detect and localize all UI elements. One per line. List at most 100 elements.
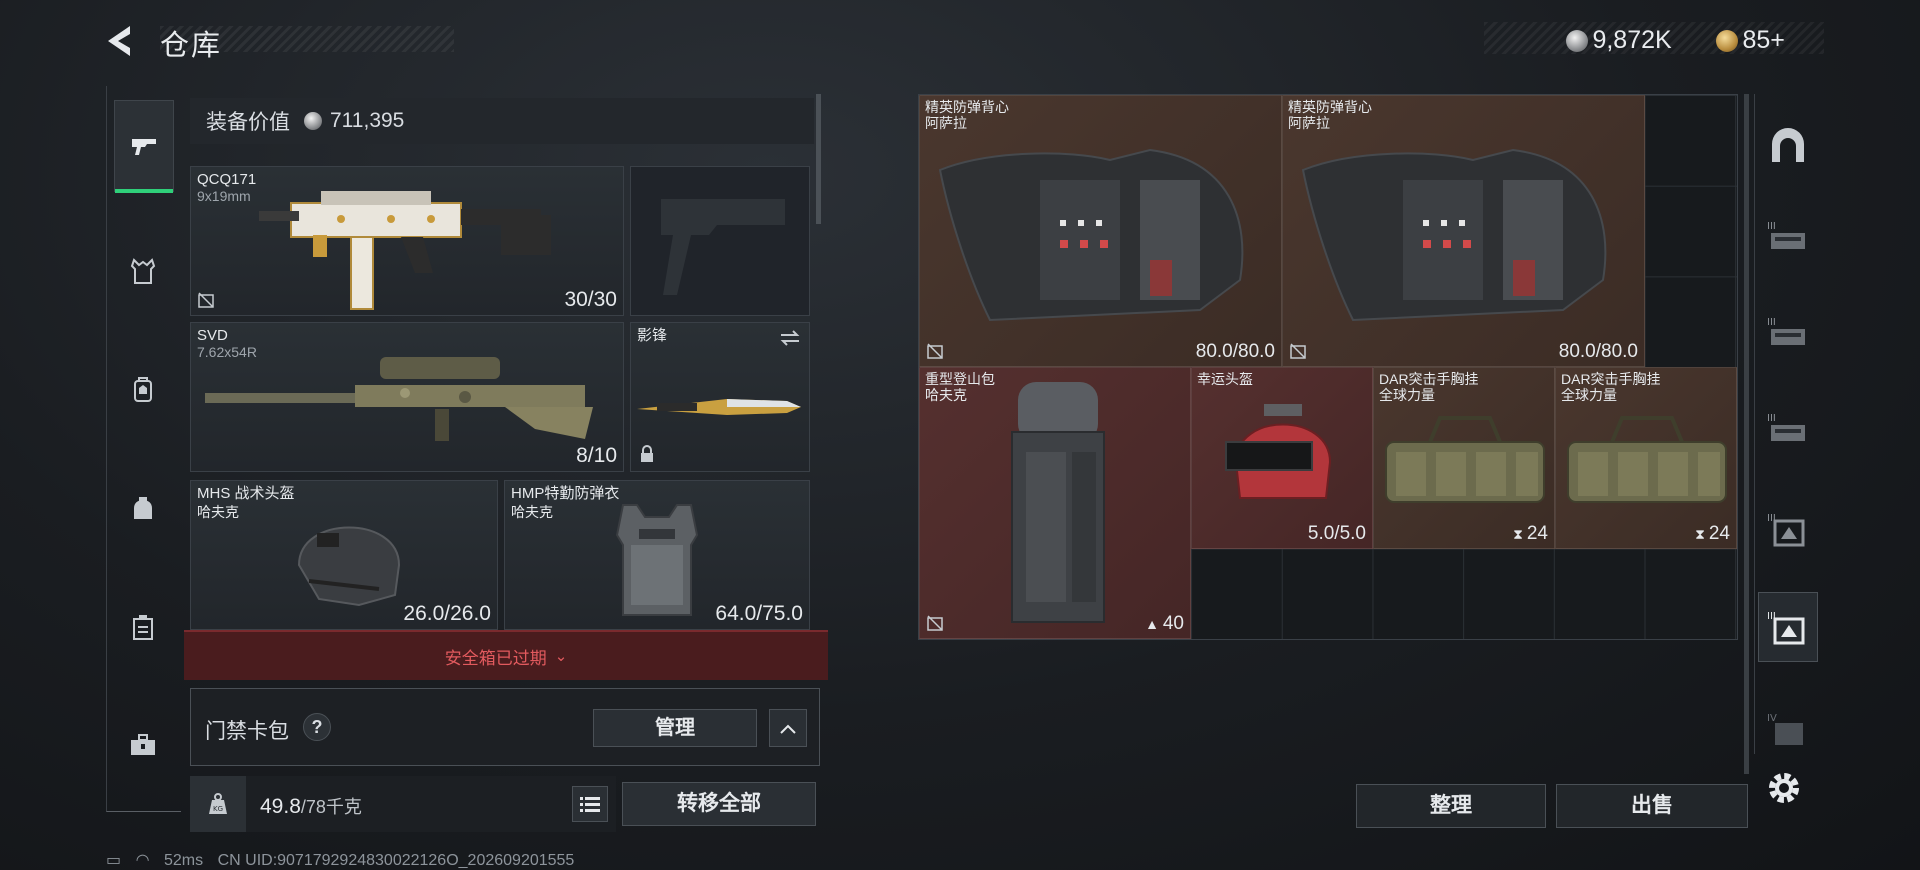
rail-vest[interactable]	[114, 226, 172, 316]
stash-tab-4[interactable]: III	[1758, 392, 1818, 462]
safe-box-expired-banner[interactable]: 安全箱已过期 ⌄	[184, 630, 828, 680]
stash-item[interactable]: 重型登山包 哈夫克 ▲ 40	[919, 367, 1191, 639]
pistol-icon	[132, 139, 156, 155]
no-insure-icon	[927, 343, 943, 359]
stash-scrollbar[interactable]	[1744, 94, 1749, 774]
armor-name: HMP特勤防弹衣	[511, 485, 620, 502]
no-insure-icon	[927, 615, 943, 631]
swap-icon[interactable]	[779, 329, 801, 347]
melee-slot[interactable]: 影锋	[630, 322, 810, 472]
knife-image	[637, 399, 801, 415]
stash-tab-7[interactable]: IV	[1758, 694, 1818, 764]
chest-rig-image	[1385, 416, 1545, 503]
vest-image	[1301, 148, 1607, 322]
item-durability: 80.0/80.0	[1558, 341, 1638, 362]
weapon-name: SVD	[197, 327, 228, 344]
equipment-value-bar: 装备价值 711,395	[190, 98, 814, 144]
crate-icon: III	[1767, 611, 1805, 645]
rail-toolbox[interactable]	[114, 700, 172, 790]
pistol-slot[interactable]	[630, 166, 810, 316]
helmet-brand: 哈夫克	[197, 504, 239, 520]
no-insure-icon	[198, 292, 214, 308]
svg-text:III: III	[1767, 317, 1776, 328]
ping-text: 52ms	[164, 852, 204, 869]
stash-tab-5[interactable]: III	[1758, 494, 1818, 564]
stash-tab-3[interactable]: III	[1758, 296, 1818, 366]
item-capacity: ▲ 40	[1145, 613, 1184, 634]
backpack-icon	[134, 377, 152, 402]
help-button[interactable]: ?	[303, 713, 331, 741]
uid-text: CN UID:9071792924830022126O_202609201555	[217, 852, 575, 869]
list-view-button[interactable]	[572, 786, 608, 822]
ammo-count: 8/10	[576, 444, 617, 467]
stash-tab-6[interactable]: III	[1758, 592, 1818, 662]
armor-slot[interactable]: HMP特勤防弹衣 哈夫克 64.0/75.0	[504, 480, 810, 630]
shelf-icon: III	[1767, 413, 1805, 441]
crate-icon: III	[1767, 513, 1805, 547]
item-name: 幸运头盔	[1197, 371, 1253, 387]
item-name: 重型登山包 哈夫克	[925, 371, 995, 403]
stash-grid[interactable]: 精英防弹背心 阿萨拉 80.0/80.0 精英防弹背心 阿萨拉 80.0/80.0 …	[918, 94, 1738, 640]
page-title: 仓库	[160, 30, 223, 62]
vest-image	[938, 148, 1244, 322]
transfer-all-button[interactable]: 转移全部	[622, 782, 816, 826]
currency-bar: 9,872K 85+	[1484, 22, 1824, 54]
stash-tab-1[interactable]	[1758, 110, 1818, 180]
silver-coin-icon	[304, 112, 322, 130]
vest-small-icon: ⧗	[1513, 526, 1527, 542]
item-name: 精英防弹背心 阿萨拉	[925, 99, 1009, 131]
stash-item[interactable]: 幸运头盔 5.0/5.0	[1191, 367, 1373, 549]
weight-current: 49.8	[260, 795, 301, 818]
left-scrollbar[interactable]	[816, 94, 821, 224]
item-name: 精英防弹背心 阿萨拉	[1288, 99, 1372, 131]
back-arrow-icon[interactable]	[104, 24, 140, 58]
card-pack-panel: 门禁卡包 ? 管理	[190, 688, 820, 766]
svg-text:KG: KG	[213, 805, 223, 813]
gold-amount[interactable]: 85+	[1742, 26, 1784, 54]
item-durability: 5.0/5.0	[1307, 523, 1366, 544]
stash-item[interactable]: 精英防弹背心 阿萨拉 80.0/80.0	[1282, 95, 1645, 367]
rail-weapons[interactable]	[114, 100, 174, 193]
stash-item[interactable]: DAR突击手胸挂 全球力量 ⧗ 24	[1555, 367, 1737, 549]
chest-rig-image	[1567, 416, 1727, 503]
manage-button[interactable]: 管理	[593, 709, 757, 747]
red-helmet-image	[1225, 404, 1332, 499]
sell-button[interactable]: 出售	[1556, 784, 1748, 828]
equipment-value-label: 装备价值	[206, 111, 290, 134]
helmet-slot[interactable]: MHS 战术头盔 哈夫克 26.0/26.0	[190, 480, 498, 630]
collapse-button[interactable]	[769, 709, 807, 747]
helmet-name: MHS 战术头盔	[197, 485, 295, 502]
helmet-durability: 26.0/26.0	[403, 602, 491, 625]
chevron-up-icon	[780, 724, 796, 734]
item-capacity: ⧗ 24	[1513, 523, 1548, 544]
item-name: DAR突击手胸挂 全球力量	[1561, 371, 1661, 403]
stash-tab-2[interactable]: III	[1758, 200, 1818, 270]
rifle-image	[205, 357, 593, 441]
helmet-image	[297, 526, 401, 607]
armor-image	[615, 504, 699, 616]
weight-bar: KG 49.8/78千克 转移全部	[190, 776, 826, 832]
wifi-icon: ◠	[135, 852, 150, 869]
rail-case[interactable]	[114, 582, 172, 672]
vest-icon	[130, 258, 156, 284]
stash-item[interactable]: DAR突击手胸挂 全球力量 ⧗ 24	[1373, 367, 1555, 549]
arch-icon	[1772, 128, 1804, 162]
primary-weapon-slot[interactable]: QCQ171 9x19mm 30/30	[190, 166, 624, 316]
locked-crate-icon: IV	[1767, 713, 1803, 745]
case-icon	[133, 615, 153, 640]
rail-bag[interactable]	[114, 464, 172, 554]
silver-amount: 9,872K	[1592, 26, 1672, 54]
safe-box-label: 安全箱已过期	[444, 648, 547, 668]
secondary-weapon-slot[interactable]: SVD 7.62x54R 8/10	[190, 322, 624, 472]
gear-icon[interactable]	[1766, 770, 1802, 806]
weapon-name: QCQ171	[197, 171, 257, 188]
rail-backpack[interactable]	[114, 344, 172, 434]
item-name: DAR突击手胸挂 全球力量	[1379, 371, 1479, 403]
bag-small-icon: ▲	[1145, 616, 1163, 632]
bag-icon	[134, 497, 152, 519]
pistol-silhouette-icon	[661, 199, 785, 295]
sort-button[interactable]: 整理	[1356, 784, 1546, 828]
smg-image	[259, 191, 551, 310]
stash-item[interactable]: 精英防弹背心 阿萨拉 80.0/80.0	[919, 95, 1282, 367]
chevron-down-icon: ⌄	[554, 648, 568, 665]
